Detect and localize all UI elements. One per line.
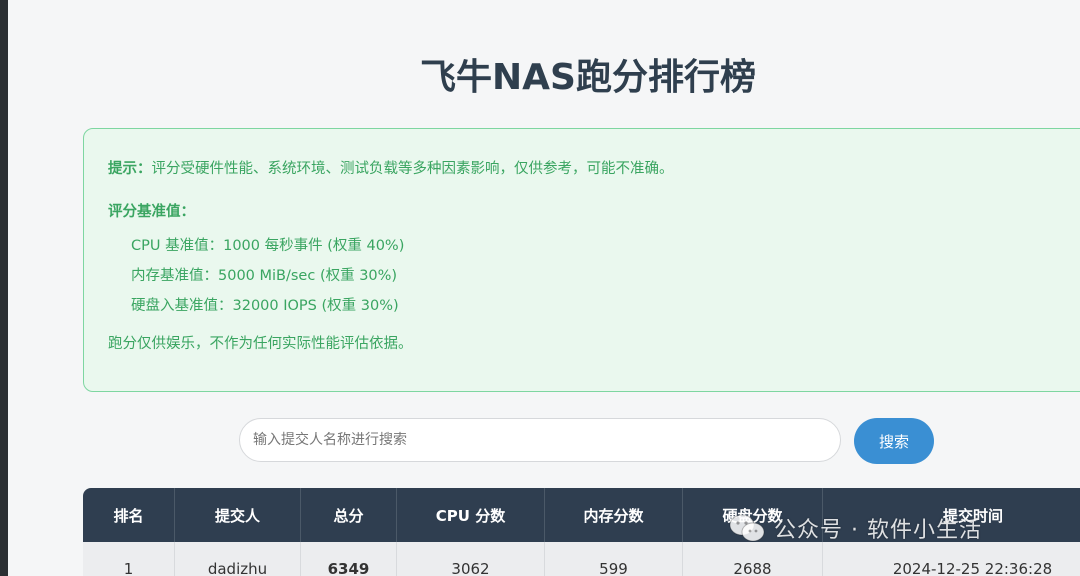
notice-tip-text: 评分受硬件性能、系统环境、测试负载等多种因素影响，仅供参考，可能不准确。 [151,161,674,177]
header-submitter[interactable]: 提交人 [175,488,301,542]
notice-tip: 提示：评分受硬件性能、系统环境、测试负载等多种因素影响，仅供参考，可能不准确。 [108,157,674,178]
cell-cpu-score: 3062 [397,542,545,576]
leaderboard-page: 飞牛NAS跑分排行榜 提示：评分受硬件性能、系统环境、测试负载等多种因素影响，仅… [8,0,1080,576]
header-cpu-score[interactable]: CPU 分数 [397,488,545,542]
header-memory-score[interactable]: 内存分数 [545,488,683,542]
wechat-icon [729,514,765,542]
base-item-memory: 内存基准值：5000 MiB/sec (权重 30%) [131,268,398,284]
watermark: 公众号 · 软件小生活 [728,512,982,544]
cell-disk-score: 2688 [683,542,823,576]
notice-tip-label: 提示： [108,161,152,177]
cell-memory-score: 599 [545,542,683,576]
search-button[interactable]: 搜索 [854,418,934,464]
cell-submit-time: 2024-12-25 22:36:28 [823,542,1080,576]
cell-total-score: 6349 [301,542,397,576]
cell-rank: 1 [83,542,175,576]
watermark-text: 公众号 · 软件小生活 [774,518,982,543]
page-title: 飞牛NAS跑分排行榜 [420,57,756,98]
window-left-edge [0,0,8,576]
header-rank[interactable]: 排名 [83,488,175,542]
table-row: 1 dadizhu 6349 3062 599 2688 2024-12-25 … [83,542,1080,576]
notice-box: 提示：评分受硬件性能、系统环境、测试负载等多种因素影响，仅供参考，可能不准确。 … [83,128,1080,392]
base-item-disk: 硬盘入基准值：32000 IOPS (权重 30%) [131,298,399,314]
cell-submitter: dadizhu [175,542,301,576]
base-item-cpu: CPU 基准值：1000 每秒事件 (权重 40%) [131,238,405,254]
header-total-score[interactable]: 总分 [301,488,397,542]
base-values-title: 评分基准值： [108,204,195,220]
search-input[interactable] [239,418,841,462]
notice-footer: 跑分仅供娱乐，不作为任何实际性能评估依据。 [108,336,413,352]
